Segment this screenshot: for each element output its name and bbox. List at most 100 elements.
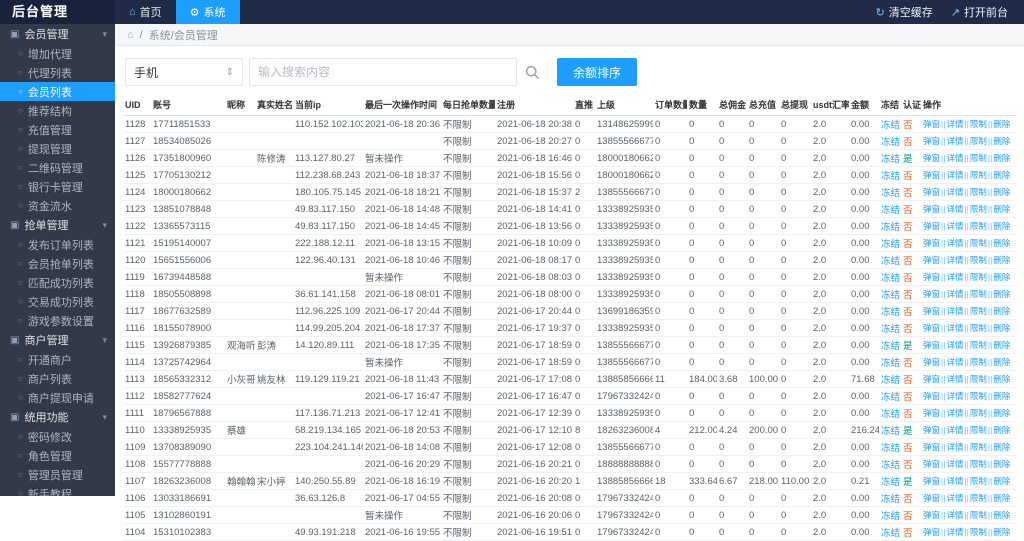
- detail-link[interactable]: 详情: [946, 374, 963, 384]
- delete-link[interactable]: 删除: [993, 170, 1010, 180]
- popup-link[interactable]: 弹窗: [923, 170, 940, 180]
- delete-link[interactable]: 删除: [993, 357, 1010, 367]
- popup-link[interactable]: 弹窗: [923, 306, 940, 316]
- sidebar-section[interactable]: ▣ 统用功能 ▾: [0, 407, 115, 427]
- sidebar-item[interactable]: ○ 发布订单列表: [0, 235, 115, 254]
- clear-cache-button[interactable]: ↻ 清空缓存: [876, 4, 933, 20]
- detail-link[interactable]: 详情: [946, 272, 963, 282]
- popup-link[interactable]: 弹窗: [923, 153, 940, 163]
- freeze-link[interactable]: 冻结: [881, 375, 900, 386]
- detail-link[interactable]: 详情: [946, 289, 963, 299]
- restrict-link[interactable]: 限制: [970, 187, 987, 197]
- sidebar-item[interactable]: ○ 开通商户: [0, 350, 115, 369]
- freeze-link[interactable]: 冻结: [881, 307, 900, 318]
- restrict-link[interactable]: 限制: [970, 119, 987, 129]
- detail-link[interactable]: 详情: [946, 119, 963, 129]
- freeze-link[interactable]: 冻结: [881, 426, 900, 437]
- restrict-link[interactable]: 限制: [970, 272, 987, 282]
- restrict-link[interactable]: 限制: [970, 340, 987, 350]
- restrict-link[interactable]: 限制: [970, 306, 987, 316]
- restrict-link[interactable]: 限制: [970, 289, 987, 299]
- popup-link[interactable]: 弹窗: [923, 527, 940, 537]
- delete-link[interactable]: 删除: [993, 493, 1010, 503]
- sidebar-item[interactable]: ○ 交易成功列表: [0, 292, 115, 311]
- freeze-link[interactable]: 冻结: [881, 290, 900, 301]
- popup-link[interactable]: 弹窗: [923, 510, 940, 520]
- freeze-link[interactable]: 冻结: [881, 392, 900, 403]
- delete-link[interactable]: 删除: [993, 272, 1010, 282]
- freeze-link[interactable]: 冻结: [881, 341, 900, 352]
- search-filter-select[interactable]: 手机 ⇕: [125, 58, 243, 86]
- delete-link[interactable]: 删除: [993, 255, 1010, 265]
- freeze-link[interactable]: 冻结: [881, 324, 900, 335]
- balance-sort-button[interactable]: 余额排序: [557, 58, 638, 86]
- freeze-link[interactable]: 冻结: [881, 188, 900, 199]
- popup-link[interactable]: 弹窗: [923, 340, 940, 350]
- delete-link[interactable]: 删除: [993, 119, 1010, 129]
- popup-link[interactable]: 弹窗: [923, 425, 940, 435]
- freeze-link[interactable]: 冻结: [881, 409, 900, 420]
- delete-link[interactable]: 删除: [993, 136, 1010, 146]
- detail-link[interactable]: 详情: [946, 476, 963, 486]
- sidebar-section[interactable]: ▣ 抢单管理 ▾: [0, 215, 115, 235]
- sidebar-section[interactable]: ▣ 商户管理 ▾: [0, 330, 115, 350]
- popup-link[interactable]: 弹窗: [923, 323, 940, 333]
- restrict-link[interactable]: 限制: [970, 323, 987, 333]
- popup-link[interactable]: 弹窗: [923, 476, 940, 486]
- popup-link[interactable]: 弹窗: [923, 459, 940, 469]
- search-icon[interactable]: [517, 58, 547, 86]
- freeze-link[interactable]: 冻结: [881, 239, 900, 250]
- sidebar-item[interactable]: ○ 商户列表: [0, 369, 115, 388]
- sidebar-section[interactable]: ▣ 会员管理 ▾: [0, 24, 115, 44]
- delete-link[interactable]: 删除: [993, 527, 1010, 537]
- delete-link[interactable]: 删除: [993, 510, 1010, 520]
- detail-link[interactable]: 详情: [946, 238, 963, 248]
- restrict-link[interactable]: 限制: [970, 527, 987, 537]
- delete-link[interactable]: 删除: [993, 391, 1010, 401]
- popup-link[interactable]: 弹窗: [923, 493, 940, 503]
- sidebar-item[interactable]: ○ 角色管理: [0, 446, 115, 465]
- sidebar-item[interactable]: ○ 管理员管理: [0, 465, 115, 484]
- freeze-link[interactable]: 冻结: [881, 273, 900, 284]
- popup-link[interactable]: 弹窗: [923, 136, 940, 146]
- detail-link[interactable]: 详情: [946, 340, 963, 350]
- restrict-link[interactable]: 限制: [970, 204, 987, 214]
- detail-link[interactable]: 详情: [946, 425, 963, 435]
- tab-home[interactable]: ⌂ 首页: [115, 0, 176, 24]
- delete-link[interactable]: 删除: [993, 289, 1010, 299]
- popup-link[interactable]: 弹窗: [923, 272, 940, 282]
- delete-link[interactable]: 删除: [993, 221, 1010, 231]
- restrict-link[interactable]: 限制: [970, 391, 987, 401]
- popup-link[interactable]: 弹窗: [923, 204, 940, 214]
- sidebar-item[interactable]: ○ 资金流水: [0, 196, 115, 215]
- detail-link[interactable]: 详情: [946, 306, 963, 316]
- delete-link[interactable]: 删除: [993, 442, 1010, 452]
- freeze-link[interactable]: 冻结: [881, 443, 900, 454]
- restrict-link[interactable]: 限制: [970, 238, 987, 248]
- sidebar-item[interactable]: ○ 代理列表: [0, 63, 115, 82]
- detail-link[interactable]: 详情: [946, 442, 963, 452]
- sidebar-item[interactable]: ○ 匹配成功列表: [0, 273, 115, 292]
- delete-link[interactable]: 删除: [993, 238, 1010, 248]
- sidebar-item[interactable]: ○ 推荐结构: [0, 101, 115, 120]
- delete-link[interactable]: 删除: [993, 425, 1010, 435]
- freeze-link[interactable]: 冻结: [881, 528, 900, 539]
- delete-link[interactable]: 删除: [993, 476, 1010, 486]
- delete-link[interactable]: 删除: [993, 374, 1010, 384]
- restrict-link[interactable]: 限制: [970, 425, 987, 435]
- detail-link[interactable]: 详情: [946, 408, 963, 418]
- delete-link[interactable]: 删除: [993, 204, 1010, 214]
- detail-link[interactable]: 详情: [946, 170, 963, 180]
- freeze-link[interactable]: 冻结: [881, 205, 900, 216]
- sidebar-item[interactable]: ○ 提现管理: [0, 139, 115, 158]
- detail-link[interactable]: 详情: [946, 323, 963, 333]
- freeze-link[interactable]: 冻结: [881, 222, 900, 233]
- detail-link[interactable]: 详情: [946, 527, 963, 537]
- restrict-link[interactable]: 限制: [970, 255, 987, 265]
- sidebar-item[interactable]: ○ 充值管理: [0, 120, 115, 139]
- restrict-link[interactable]: 限制: [970, 510, 987, 520]
- restrict-link[interactable]: 限制: [970, 221, 987, 231]
- detail-link[interactable]: 详情: [946, 357, 963, 367]
- sidebar-item[interactable]: ○ 二维码管理: [0, 158, 115, 177]
- tab-system[interactable]: ⚙ 系统: [175, 0, 240, 24]
